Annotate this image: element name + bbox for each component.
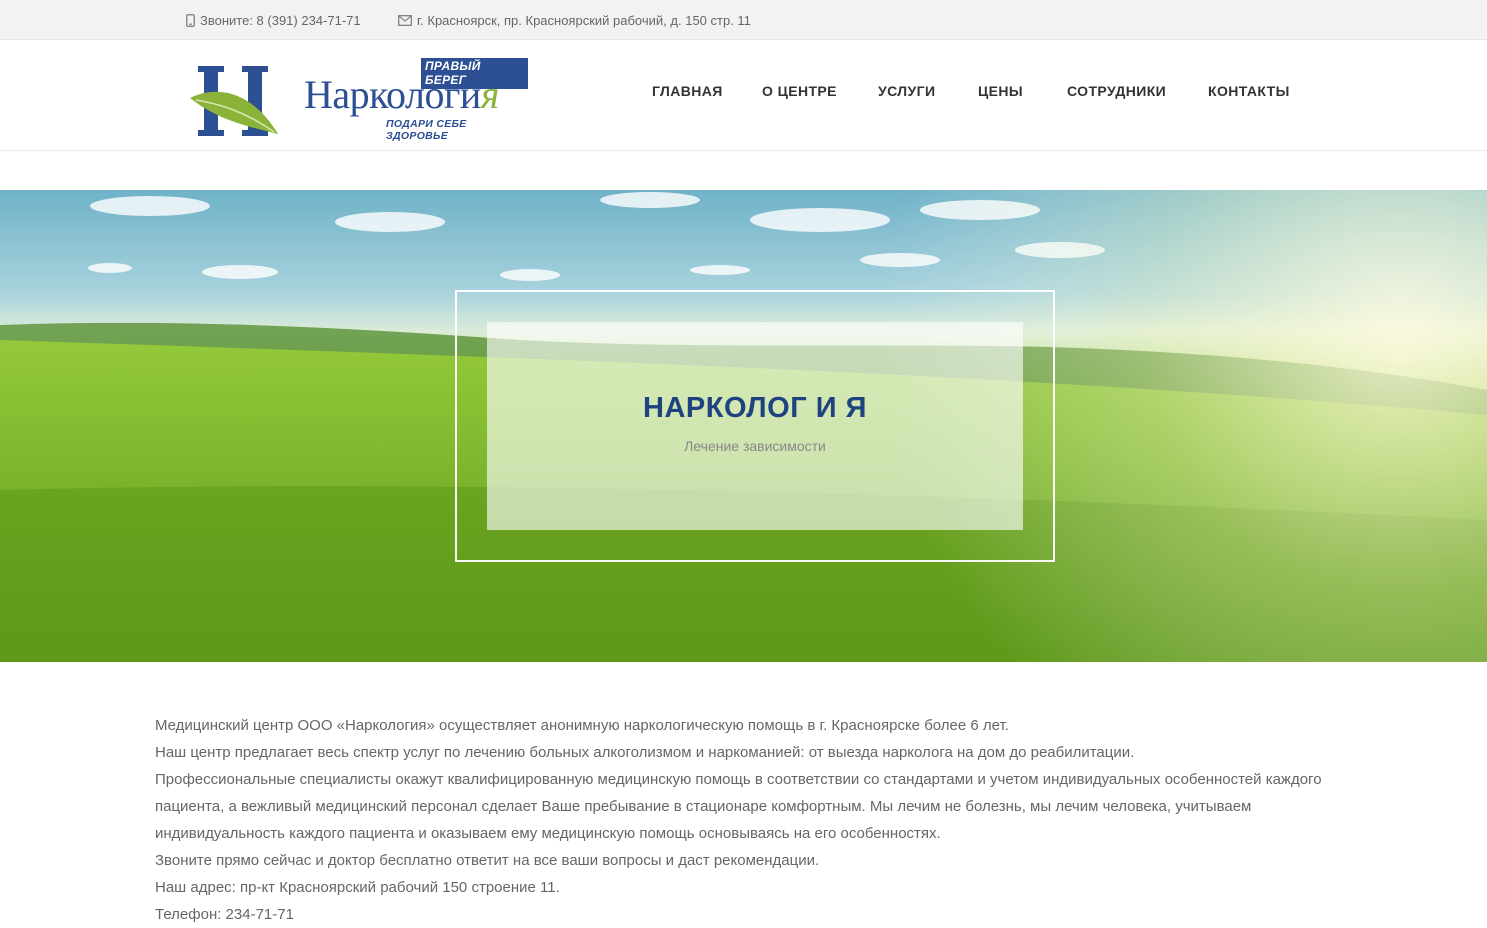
nav-item-home[interactable]: ГЛАВНАЯ xyxy=(652,83,723,99)
mobile-icon xyxy=(186,13,195,27)
about-text: Медицинский центр ООО «Наркология» осуще… xyxy=(155,712,1355,928)
top-address: г. Красноярск, пр. Красноярский рабочий,… xyxy=(398,0,751,40)
top-address-text: г. Красноярск, пр. Красноярский рабочий,… xyxy=(417,12,751,28)
hero-title: НАРКОЛОГ И Я xyxy=(643,392,867,424)
logo-word-main: Наркологи xyxy=(304,72,481,117)
top-phone-text: Звоните: 8 (391) 234-71-71 xyxy=(200,12,361,28)
logo-mark-icon xyxy=(188,60,284,145)
about-line: Медицинский центр ООО «Наркология» осуще… xyxy=(155,717,1009,734)
nav-item-contacts[interactable]: КОНТАКТЫ xyxy=(1208,83,1290,99)
nav-item-about[interactable]: О ЦЕНТРЕ xyxy=(762,83,837,99)
about-line: Наш адрес: пр-кт Красноярский рабочий 15… xyxy=(155,879,560,896)
top-bar: Звоните: 8 (391) 234-71-71 г. Красноярск… xyxy=(0,0,1487,40)
about-line: Наш центр предлагает весь спектр услуг п… xyxy=(155,744,1135,761)
about-line: Телефон: 234-71-71 xyxy=(155,906,294,923)
top-phone[interactable]: Звоните: 8 (391) 234-71-71 xyxy=(186,0,361,40)
site-logo[interactable]: ПРАВЫЙ БЕРЕГ Наркология ПОДАРИ СЕБЕ ЗДОР… xyxy=(188,56,528,142)
about-line: Профессиональные специалисты окажут квал… xyxy=(155,771,1322,842)
logo-word-accent: я xyxy=(480,72,500,117)
hero-card: НАРКОЛОГ И Я Лечение зависимости xyxy=(487,322,1023,530)
hero-subtitle: Лечение зависимости xyxy=(684,438,826,454)
logo-tagline: ПОДАРИ СЕБЕ ЗДОРОВЬЕ xyxy=(386,118,467,142)
envelope-icon xyxy=(398,14,412,26)
nav-item-prices[interactable]: ЦЕНЫ xyxy=(978,83,1023,99)
hero-banner: НАРКОЛОГ И Я Лечение зависимости xyxy=(0,190,1487,662)
about-line: Звоните прямо сейчас и доктор бесплатно … xyxy=(155,852,820,869)
nav-item-staff[interactable]: СОТРУДНИКИ xyxy=(1067,83,1166,99)
nav-item-services[interactable]: УСЛУГИ xyxy=(878,83,935,99)
site-header: ПРАВЫЙ БЕРЕГ Наркология ПОДАРИ СЕБЕ ЗДОР… xyxy=(0,40,1487,151)
logo-wordmark: Наркология xyxy=(304,72,499,118)
